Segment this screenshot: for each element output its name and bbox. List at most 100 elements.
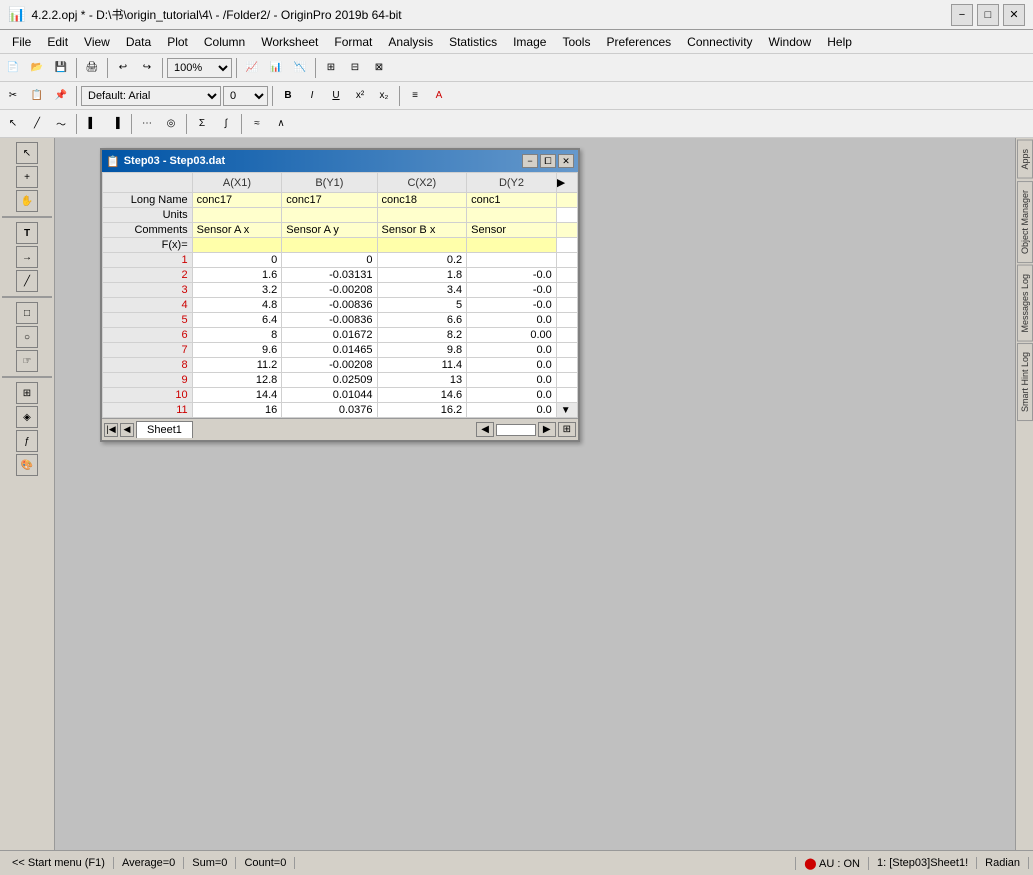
menu-item-analysis[interactable]: Analysis — [380, 33, 441, 51]
row-9-a[interactable]: 12.8 — [192, 373, 282, 388]
long-name-b[interactable]: conc17 — [282, 193, 377, 208]
redo-button[interactable]: ↪ — [136, 57, 158, 79]
mdi-minimize[interactable]: − — [522, 154, 538, 168]
text-tool[interactable]: T — [16, 222, 38, 244]
color-btn[interactable]: A — [428, 85, 450, 107]
mdi-close[interactable]: ✕ — [558, 154, 574, 168]
italic-button[interactable]: I — [301, 85, 323, 107]
graph3-btn[interactable]: 📉 — [289, 57, 311, 79]
select-tool[interactable]: ↖ — [16, 142, 38, 164]
row-1-d[interactable] — [467, 253, 557, 268]
apps-panel-tab[interactable]: Apps — [1017, 140, 1033, 179]
row-4-c[interactable]: 5 — [377, 298, 467, 313]
units-d[interactable] — [467, 208, 557, 223]
units-c[interactable] — [377, 208, 467, 223]
row-8-c[interactable]: 11.4 — [377, 358, 467, 373]
units-a[interactable] — [192, 208, 282, 223]
row-5-c[interactable]: 6.6 — [377, 313, 467, 328]
line-draw-tool[interactable]: ╱ — [16, 270, 38, 292]
tab-scrollbar[interactable] — [496, 424, 536, 436]
paste-button[interactable]: 📌 — [50, 85, 72, 107]
row-scroll-down[interactable]: ▼ — [556, 403, 577, 418]
misc3-btn[interactable]: ⊠ — [368, 57, 390, 79]
col-d-header[interactable]: D(Y2 — [467, 173, 557, 193]
menu-item-view[interactable]: View — [76, 33, 118, 51]
menu-item-window[interactable]: Window — [761, 33, 820, 51]
copy-button[interactable]: 📋 — [26, 85, 48, 107]
stat1-btn[interactable]: Σ — [191, 113, 213, 135]
row-3-a[interactable]: 3.2 — [192, 283, 282, 298]
menu-item-format[interactable]: Format — [326, 33, 380, 51]
new-button[interactable]: 📄 — [2, 57, 24, 79]
line-btn[interactable]: ╱ — [26, 113, 48, 135]
curve-btn[interactable]: 〜 — [50, 113, 72, 135]
close-button[interactable]: ✕ — [1003, 4, 1025, 26]
row-6-a[interactable]: 8 — [192, 328, 282, 343]
col-c-header[interactable]: C(X2) — [377, 173, 467, 193]
row-3-b[interactable]: -0.00208 — [282, 283, 377, 298]
scatter-btn[interactable]: ⋯ — [136, 113, 158, 135]
comments-d[interactable]: Sensor — [467, 223, 557, 238]
row-10-b[interactable]: 0.01044 — [282, 388, 377, 403]
col-b-header[interactable]: B(Y1) — [282, 173, 377, 193]
contour-btn[interactable]: ◎ — [160, 113, 182, 135]
menu-item-worksheet[interactable]: Worksheet — [253, 33, 326, 51]
row-7-c[interactable]: 9.8 — [377, 343, 467, 358]
row-9-b[interactable]: 0.02509 — [282, 373, 377, 388]
smart-hint-tab[interactable]: Smart Hint Log — [1017, 343, 1033, 421]
row-11-b[interactable]: 0.0376 — [282, 403, 377, 418]
long-name-c[interactable]: conc18 — [377, 193, 467, 208]
row-6-c[interactable]: 8.2 — [377, 328, 467, 343]
row-4-b[interactable]: -0.00836 — [282, 298, 377, 313]
formula-tool[interactable]: ƒ — [16, 430, 38, 452]
menu-item-column[interactable]: Column — [196, 33, 253, 51]
menu-item-statistics[interactable]: Statistics — [441, 33, 505, 51]
tab-scroll-left[interactable]: ◀ — [476, 422, 494, 437]
row-11-a[interactable]: 16 — [192, 403, 282, 418]
row-2-c[interactable]: 1.8 — [377, 268, 467, 283]
arrow-draw-tool[interactable]: → — [16, 246, 38, 268]
start-menu-btn[interactable]: << Start menu (F1) — [4, 857, 114, 869]
menu-item-connectivity[interactable]: Connectivity — [679, 33, 760, 51]
row-10-a[interactable]: 14.4 — [192, 388, 282, 403]
row-5-a[interactable]: 6.4 — [192, 313, 282, 328]
maximize-button[interactable]: □ — [977, 4, 999, 26]
messages-log-tab[interactable]: Messages Log — [1017, 265, 1033, 342]
row-2-b[interactable]: -0.03131 — [282, 268, 377, 283]
sheet-options-btn[interactable]: ⊞ — [558, 422, 576, 437]
hand-tool[interactable]: ☞ — [16, 350, 38, 372]
tab-nav-prev[interactable]: ◀ — [120, 423, 134, 437]
misc2-btn[interactable]: ⊟ — [344, 57, 366, 79]
minimize-button[interactable]: − — [951, 4, 973, 26]
tab-nav-first[interactable]: |◀ — [104, 423, 118, 437]
row-10-d[interactable]: 0.0 — [467, 388, 557, 403]
formula-d[interactable] — [467, 238, 557, 253]
comments-b[interactable]: Sensor A y — [282, 223, 377, 238]
row-4-a[interactable]: 4.8 — [192, 298, 282, 313]
font-size-select[interactable]: 0 — [223, 86, 268, 106]
superscript-btn[interactable]: x² — [349, 85, 371, 107]
ellipse-tool[interactable]: ○ — [16, 326, 38, 348]
color-picker-tool[interactable]: 🎨 — [16, 454, 38, 476]
row-1-b[interactable]: 0 — [282, 253, 377, 268]
tab-scroll-right[interactable]: ▶ — [538, 422, 556, 437]
open-button[interactable]: 📂 — [26, 57, 48, 79]
units-b[interactable] — [282, 208, 377, 223]
menu-item-file[interactable]: File — [4, 33, 39, 51]
object-manager-tab[interactable]: Object Manager — [1017, 181, 1033, 263]
sheet-tab-1[interactable]: Sheet1 — [136, 421, 193, 438]
zoom-in-tool[interactable]: + — [16, 166, 38, 188]
row-6-d[interactable]: 0.00 — [467, 328, 557, 343]
col-scroll-right[interactable]: ▶ — [556, 173, 577, 193]
row-2-d[interactable]: -0.0 — [467, 268, 557, 283]
row-7-a[interactable]: 9.6 — [192, 343, 282, 358]
bar2-btn[interactable]: ▐ — [105, 113, 127, 135]
graph-btn[interactable]: 📈 — [241, 57, 263, 79]
pan-tool[interactable]: ✋ — [16, 190, 38, 212]
row-5-b[interactable]: -0.00836 — [282, 313, 377, 328]
cut-button[interactable]: ✂ — [2, 85, 24, 107]
row-9-c[interactable]: 13 — [377, 373, 467, 388]
row-8-b[interactable]: -0.00208 — [282, 358, 377, 373]
row-11-c[interactable]: 16.2 — [377, 403, 467, 418]
menu-item-edit[interactable]: Edit — [39, 33, 76, 51]
